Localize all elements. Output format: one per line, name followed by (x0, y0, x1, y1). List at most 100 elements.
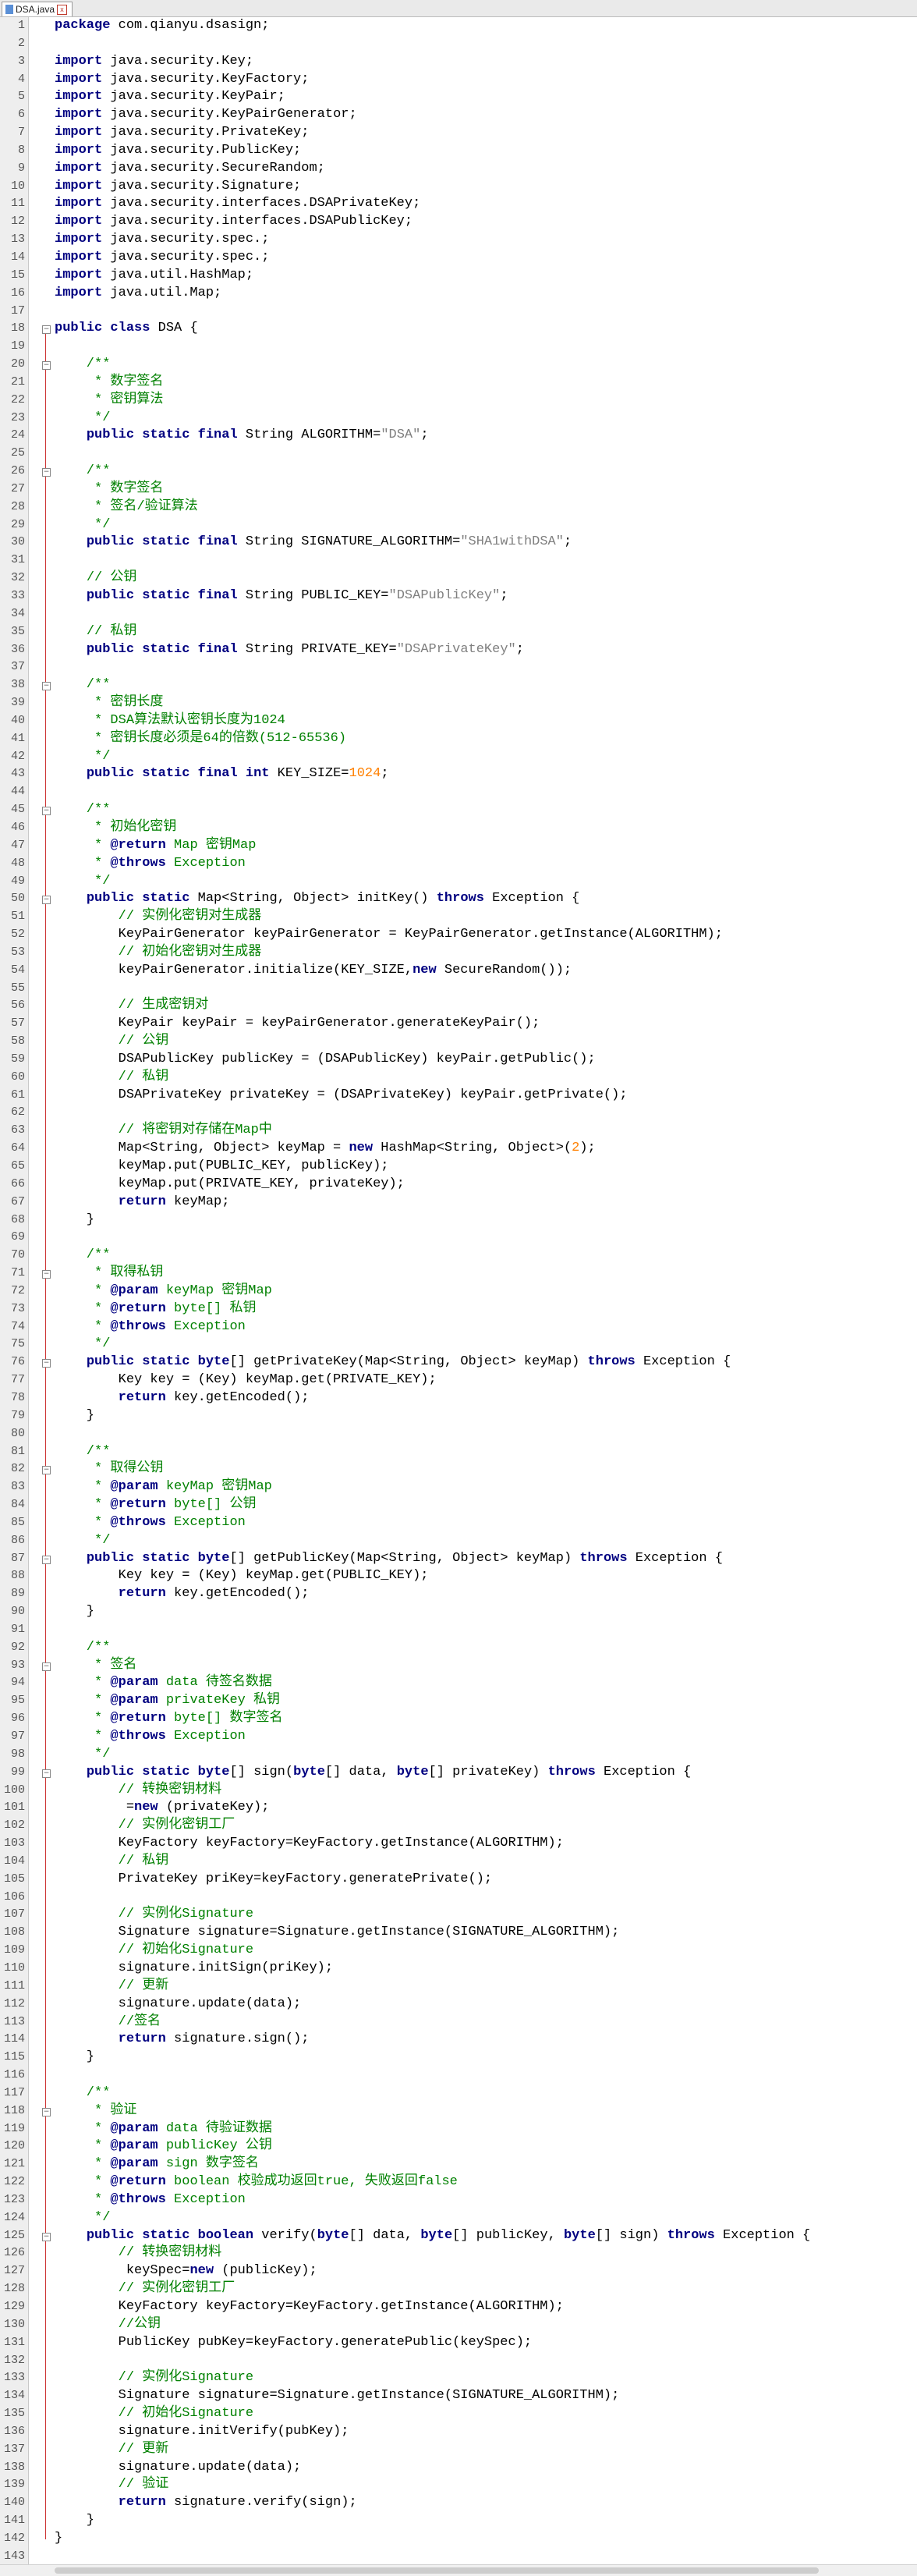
code-line[interactable]: 69 (0, 1229, 917, 1247)
code-line[interactable]: 101 =new (privateKey); (0, 1799, 917, 1817)
code-line[interactable]: 111 // 更新 (0, 1978, 917, 1996)
code-line[interactable]: 122 * @return boolean 校验成功返回true, 失败返回fa… (0, 2173, 917, 2191)
code-line[interactable]: 84 * @return byte[] 公钥 (0, 1496, 917, 1514)
code-line[interactable]: 116 (0, 2067, 917, 2085)
close-icon[interactable]: x (57, 4, 68, 15)
code-line[interactable]: 39 * 密钥长度 (0, 694, 917, 712)
code-line[interactable]: 97 * @throws Exception (0, 1728, 917, 1746)
code-line[interactable]: 134 Signature signature=Signature.getIns… (0, 2387, 917, 2405)
fold-toggle-icon[interactable]: − (42, 1769, 51, 1778)
code-line[interactable]: 49 */ (0, 873, 917, 891)
code-line[interactable]: 16 import java.util.Map; (0, 285, 917, 303)
code-line[interactable]: 67 return keyMap; (0, 1194, 917, 1212)
code-line[interactable]: 24 public static final String ALGORITHM=… (0, 427, 917, 445)
code-line[interactable]: 57 KeyPair keyPair = keyPairGenerator.ge… (0, 1015, 917, 1033)
code-line[interactable]: 2 (0, 35, 917, 53)
code-line[interactable]: 108 Signature signature=Signature.getIns… (0, 1924, 917, 1942)
code-line[interactable]: 100 // 转换密钥材料 (0, 1782, 917, 1800)
code-line[interactable]: 62 (0, 1104, 917, 1122)
code-line[interactable]: 33 public static final String PUBLIC_KEY… (0, 587, 917, 605)
code-line[interactable]: 96 * @return byte[] 数字签名 (0, 1710, 917, 1728)
code-line[interactable]: 119 * @param data 待验证数据 (0, 2120, 917, 2138)
fold-toggle-icon[interactable]: − (42, 2107, 51, 2117)
fold-toggle-icon[interactable]: − (42, 1359, 51, 1368)
code-line[interactable]: 59 DSAPublicKey publicKey = (DSAPublicKe… (0, 1051, 917, 1069)
code-line[interactable]: 68 } (0, 1212, 917, 1229)
code-line[interactable]: 53 // 初始化密钥对生成器 (0, 944, 917, 962)
code-line[interactable]: 64 Map<String, Object> keyMap = new Hash… (0, 1140, 917, 1158)
code-line[interactable]: 109 // 初始化Signature (0, 1942, 917, 1960)
code-line[interactable]: 105 PrivateKey priKey=keyFactory.generat… (0, 1871, 917, 1889)
code-line[interactable]: 70 /** (0, 1247, 917, 1265)
code-line[interactable]: 130 //公钥 (0, 2316, 917, 2334)
code-line[interactable]: 14 import java.security.spec.; (0, 249, 917, 267)
code-line[interactable]: 132 (0, 2352, 917, 2370)
code-line[interactable]: 51 // 实例化密钥对生成器 (0, 908, 917, 926)
code-line[interactable]: 28 * 签名/验证算法 (0, 499, 917, 516)
code-line[interactable]: 138 signature.update(data); (0, 2459, 917, 2477)
code-line[interactable]: 83 * @param keyMap 密钥Map (0, 1478, 917, 1496)
code-line[interactable]: 128 // 实例化密钥工厂 (0, 2280, 917, 2298)
fold-toggle-icon[interactable]: − (42, 325, 51, 334)
code-line[interactable]: 140 return signature.verify(sign); (0, 2494, 917, 2512)
code-line[interactable]: 76 public static byte[] getPrivateKey(Ma… (0, 1354, 917, 1371)
code-line[interactable]: 13 import java.security.spec.; (0, 231, 917, 249)
code-line[interactable]: 6 import java.security.KeyPairGenerator; (0, 106, 917, 124)
code-line[interactable]: 77 Key key = (Key) keyMap.get(PRIVATE_KE… (0, 1371, 917, 1389)
code-line[interactable]: 38 /** (0, 676, 917, 694)
code-line[interactable]: 50 public static Map<String, Object> ini… (0, 890, 917, 908)
code-line[interactable]: 92 /** (0, 1639, 917, 1657)
code-line[interactable]: 93 * 签名 (0, 1657, 917, 1675)
code-line[interactable]: 55 (0, 980, 917, 998)
code-line[interactable]: 41 * 密钥长度必须是64的倍数(512-65536) (0, 730, 917, 748)
code-line[interactable]: 25 (0, 445, 917, 463)
code-line[interactable]: 81 /** (0, 1443, 917, 1461)
code-line[interactable]: 10 import java.security.Signature; (0, 178, 917, 196)
code-line[interactable]: 5 import java.security.KeyPair; (0, 88, 917, 106)
code-line[interactable]: 42 */ (0, 748, 917, 766)
code-line[interactable]: 94 * @param data 待签名数据 (0, 1674, 917, 1692)
fold-toggle-icon[interactable]: − (42, 2232, 51, 2241)
code-line[interactable]: 143 (0, 2548, 917, 2566)
code-line[interactable]: 61 DSAPrivateKey privateKey = (DSAPrivat… (0, 1087, 917, 1105)
code-line[interactable]: 1 package com.qianyu.dsasign; (0, 17, 917, 35)
code-line[interactable]: 32 // 公钥 (0, 569, 917, 587)
code-line[interactable]: 137 // 更新 (0, 2441, 917, 2459)
code-line[interactable]: 17 (0, 303, 917, 321)
code-editor[interactable]: 1 package com.qianyu.dsasign; 2 3 import jav… (0, 17, 917, 2576)
code-line[interactable]: 8 import java.security.PublicKey; (0, 142, 917, 160)
code-line[interactable]: 120 * @param publicKey 公钥 (0, 2138, 917, 2156)
code-line[interactable]: 89 return key.getEncoded(); (0, 1585, 917, 1603)
code-line[interactable]: 141 } (0, 2512, 917, 2530)
code-line[interactable]: 112 signature.update(data); (0, 1996, 917, 2014)
code-line[interactable]: 60 // 私钥 (0, 1069, 917, 1087)
fold-toggle-icon[interactable]: − (42, 806, 51, 815)
code-line[interactable]: 65 keyMap.put(PUBLIC_KEY, publicKey); (0, 1158, 917, 1176)
code-line[interactable]: 9 import java.security.SecureRandom; (0, 160, 917, 178)
code-line[interactable]: 86 */ (0, 1532, 917, 1550)
code-line[interactable]: 71 * 取得私钥 (0, 1265, 917, 1283)
code-line[interactable]: 52 KeyPairGenerator keyPairGenerator = K… (0, 926, 917, 944)
code-line[interactable]: 3 import java.security.Key; (0, 53, 917, 71)
code-line[interactable]: 12 import java.security.interfaces.DSAPub… (0, 213, 917, 231)
code-line[interactable]: 78 return key.getEncoded(); (0, 1389, 917, 1407)
code-line[interactable]: 29 */ (0, 516, 917, 534)
code-line[interactable]: 139 // 验证 (0, 2476, 917, 2494)
code-line[interactable]: 19 (0, 338, 917, 356)
code-line[interactable]: 74 * @throws Exception (0, 1318, 917, 1336)
code-line[interactable]: 23 */ (0, 410, 917, 428)
code-line[interactable]: 30 public static final String SIGNATURE_… (0, 534, 917, 552)
code-line[interactable]: 124 */ (0, 2209, 917, 2227)
code-line[interactable]: 58 // 公钥 (0, 1033, 917, 1051)
code-line[interactable]: 54 keyPairGenerator.initialize(KEY_SIZE,… (0, 962, 917, 980)
code-line[interactable]: 73 * @return byte[] 私钥 (0, 1300, 917, 1318)
code-line[interactable]: 98 */ (0, 1746, 917, 1764)
fold-toggle-icon[interactable]: − (42, 896, 51, 905)
fold-toggle-icon[interactable]: − (42, 467, 51, 477)
code-line[interactable]: 136 signature.initVerify(pubKey); (0, 2423, 917, 2441)
code-line[interactable]: 48 * @throws Exception (0, 855, 917, 873)
code-line[interactable]: 103 KeyFactory keyFactory=KeyFactory.get… (0, 1835, 917, 1853)
fold-toggle-icon[interactable]: − (42, 681, 51, 690)
code-line[interactable]: 46 * 初始化密钥 (0, 819, 917, 837)
code-line[interactable]: 26 /** (0, 463, 917, 481)
